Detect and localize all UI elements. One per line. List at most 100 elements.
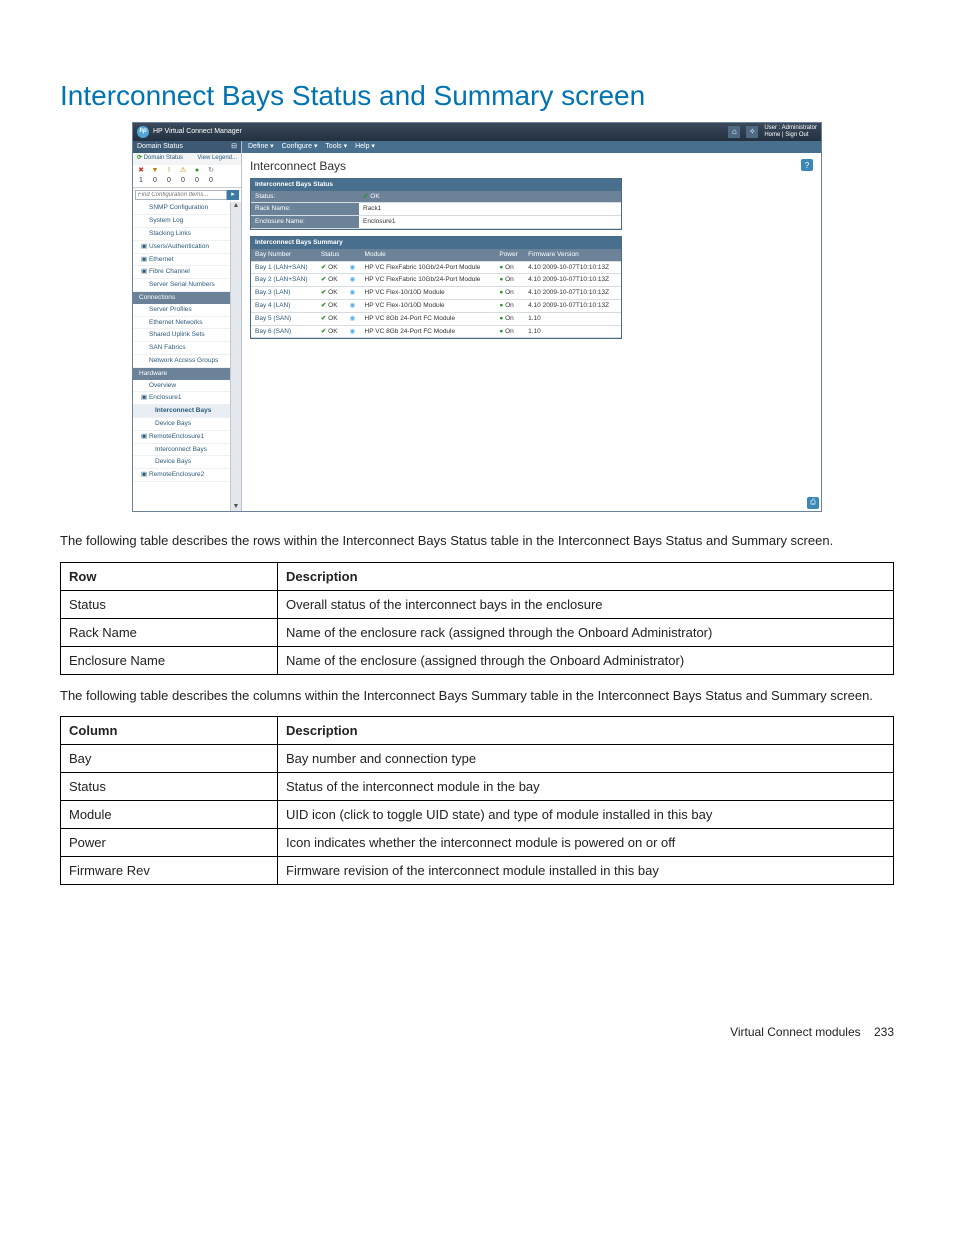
row-module: HP VC 8Gb 24-Port FC Module <box>361 312 496 325</box>
scroll-up-icon[interactable]: ▲ <box>233 202 240 210</box>
ok-icon[interactable]: ● <box>193 167 201 175</box>
refresh-icon[interactable]: ⟳ <box>137 155 142 161</box>
menu-configure[interactable]: Configure ▾ <box>282 143 318 150</box>
table-row: BayBay number and connection type <box>61 745 894 773</box>
row-fw: 1.10 <box>524 325 621 338</box>
search-input[interactable] <box>135 190 227 200</box>
row-module: HP VC Flex-10/10D Module <box>361 299 496 312</box>
sidebar-item-nag[interactable]: Network Access Groups <box>133 355 230 368</box>
cell-key: Bay <box>61 745 278 773</box>
print-icon[interactable]: ⎙ <box>807 497 819 509</box>
uid-toggle-icon[interactable]: ◉ <box>350 315 356 322</box>
bay-link[interactable]: Bay 1 (LAN+SAN) <box>251 261 317 274</box>
unknown-icon[interactable]: ↻ <box>207 167 215 175</box>
table-row: Bay 5 (SAN)✔ OK◉HP VC 8Gb 24-Port FC Mod… <box>251 312 621 325</box>
sidebar-item-profiles[interactable]: Server Profiles <box>133 304 230 317</box>
col-bay[interactable]: Bay Number <box>251 249 317 261</box>
sidebar-item-snmp[interactable]: SNMP Configuration <box>133 202 230 215</box>
sidebar-item-syslog[interactable]: System Log <box>133 215 230 228</box>
status-ok-icon: ✔ <box>321 328 326 335</box>
status-ok-icon: ✔ <box>363 193 368 200</box>
search-go-button[interactable]: ▸ <box>227 190 239 200</box>
cell-key: Status <box>61 773 278 801</box>
sidebar-collapse-icon[interactable]: ⊟ <box>231 143 237 151</box>
sidebar-item-serials[interactable]: Server Serial Numbers <box>133 279 230 292</box>
power-icon: ● <box>499 289 503 296</box>
bay-link[interactable]: Bay 2 (LAN+SAN) <box>251 274 317 287</box>
sidebar-item-enclosure1[interactable]: ▣ Enclosure1 <box>133 392 230 405</box>
cell-key: Firmware Rev <box>61 857 278 885</box>
col-power[interactable]: Power <box>495 249 524 261</box>
uid-toggle-icon[interactable]: ◉ <box>350 302 356 309</box>
context-help-icon[interactable]: ? <box>801 159 813 171</box>
cell-desc: Status of the interconnect module in the… <box>278 773 894 801</box>
rack-name-label: Rack Name: <box>251 203 359 216</box>
sidebar-item-enetnets[interactable]: Ethernet Networks <box>133 317 230 330</box>
row-power: On <box>505 264 514 271</box>
row-status: OK <box>328 289 337 296</box>
cell-desc: Bay number and connection type <box>278 745 894 773</box>
sidebar-item-overview[interactable]: Overview <box>133 380 230 393</box>
sidebar-item-remoteenclosure2[interactable]: ▣ RemoteEnclosure2 <box>133 469 230 482</box>
row-module: HP VC Flex-10/10D Module <box>361 287 496 300</box>
rack-name-value: Rack1 <box>359 203 621 216</box>
col-status[interactable]: Status <box>317 249 346 261</box>
user-box: User : Administrator Home | Sign Out <box>764 125 817 138</box>
t1-head-row: Row <box>61 562 278 590</box>
table-row: Enclosure NameName of the enclosure (ass… <box>61 646 894 674</box>
sidebar-item-interconnect-bays-2[interactable]: Interconnect Bays <box>133 444 230 457</box>
sidebar-item-interconnect-bays-1[interactable]: Interconnect Bays <box>133 405 230 418</box>
col-fw[interactable]: Firmware Version <box>524 249 621 261</box>
page-title: Interconnect Bays Status and Summary scr… <box>60 80 894 112</box>
paragraph-2: The following table describes the column… <box>60 687 894 705</box>
cell-desc: Name of the enclosure rack (assigned thr… <box>278 618 894 646</box>
sidebar-item-device-bays-2[interactable]: Device Bays <box>133 456 230 469</box>
sidebar-scrollbar[interactable]: ▲ ▼ <box>230 202 241 511</box>
critical-icon[interactable]: ✖ <box>137 167 145 175</box>
bay-link[interactable]: Bay 4 (LAN) <box>251 299 317 312</box>
row-fw: 4.10 2009-10-07T10:10:13Z <box>524 287 621 300</box>
view-legend-link[interactable]: View Legend... <box>197 155 237 162</box>
uid-toggle-icon[interactable]: ◉ <box>350 328 356 335</box>
sidebar-item-sus[interactable]: Shared Uplink Sets <box>133 329 230 342</box>
menu-help[interactable]: Help ▾ <box>355 143 375 150</box>
uid-toggle-icon[interactable]: ◉ <box>350 276 356 283</box>
cell-desc: Firmware revision of the interconnect mo… <box>278 857 894 885</box>
uid-toggle-icon[interactable]: ◉ <box>350 264 356 271</box>
table-row: Bay 1 (LAN+SAN)✔ OK◉HP VC FlexFabric 10G… <box>251 261 621 274</box>
sidebar-item-fc[interactable]: ▣ Fibre Channel <box>133 266 230 279</box>
menu-tools[interactable]: Tools ▾ <box>325 143 347 150</box>
sidebar-item-ethernet[interactable]: ▣ Ethernet <box>133 254 230 267</box>
wizard-icon[interactable]: ✧ <box>746 126 758 138</box>
t1-head-desc: Description <box>278 562 894 590</box>
sidebar-cat-hardware: Hardware <box>133 368 230 380</box>
main-content: Define ▾ Configure ▾ Tools ▾ Help ▾ Inte… <box>242 141 821 511</box>
summary-columns-table: Column Description BayBay number and con… <box>60 716 894 885</box>
bay-link[interactable]: Bay 5 (SAN) <box>251 312 317 325</box>
row-power: On <box>505 289 514 296</box>
user-line2[interactable]: Home | Sign Out <box>764 132 817 139</box>
bay-link[interactable]: Bay 6 (SAN) <box>251 325 317 338</box>
bay-link[interactable]: Bay 3 (LAN) <box>251 287 317 300</box>
power-icon: ● <box>499 315 503 322</box>
sidebar-item-remoteenclosure1[interactable]: ▣ RemoteEnclosure1 <box>133 431 230 444</box>
content-heading: Interconnect Bays <box>250 159 346 173</box>
cell-key: Module <box>61 801 278 829</box>
menu-define[interactable]: Define ▾ <box>248 143 274 150</box>
row-status: OK <box>328 328 337 335</box>
warning-icon[interactable]: ⚠ <box>179 167 187 175</box>
minor-icon[interactable]: ! <box>165 167 173 175</box>
uid-toggle-icon[interactable]: ◉ <box>350 289 356 296</box>
table-row: StatusOverall status of the interconnect… <box>61 590 894 618</box>
sidebar-item-users[interactable]: ▣ Users/Authentication <box>133 241 230 254</box>
sidebar: Domain Status ⊟ ⟳ Domain Status View Leg… <box>133 141 242 511</box>
sidebar-header-label: Domain Status <box>137 143 183 151</box>
sidebar-item-stacking[interactable]: Stacking Links <box>133 228 230 241</box>
col-module[interactable]: Module <box>361 249 496 261</box>
sidebar-item-sanfabrics[interactable]: SAN Fabrics <box>133 342 230 355</box>
major-icon[interactable]: ▼ <box>151 167 159 175</box>
domain-status-link[interactable]: Domain Status <box>144 155 183 161</box>
scroll-down-icon[interactable]: ▼ <box>233 503 240 511</box>
home-icon[interactable]: ⌂ <box>728 126 740 138</box>
sidebar-item-device-bays-1[interactable]: Device Bays <box>133 418 230 431</box>
